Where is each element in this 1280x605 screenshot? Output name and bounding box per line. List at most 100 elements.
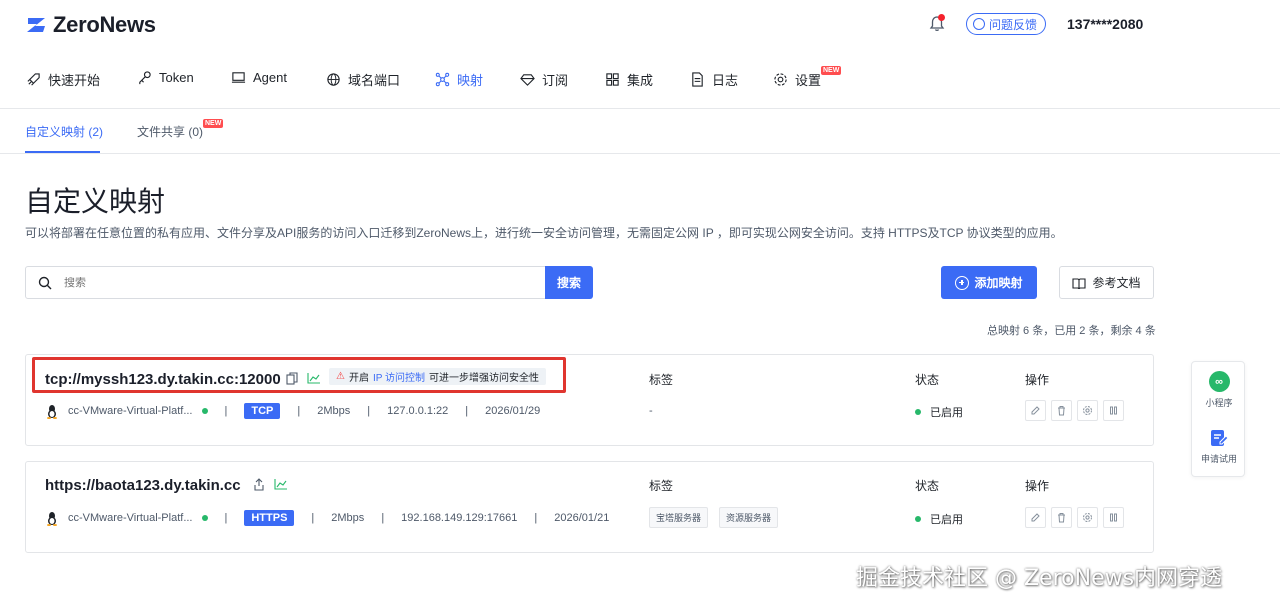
created-date: 2026/01/21: [554, 512, 610, 524]
plus-circle-icon: [955, 275, 970, 290]
agent-name: cc-VMware-Virtual-Platf...: [68, 405, 193, 417]
nav-item-quickstart[interactable]: 快速开始: [26, 70, 100, 89]
logo[interactable]: ZeroNews: [25, 12, 156, 38]
smile-icon: [973, 18, 985, 30]
edit-button[interactable]: [1025, 400, 1046, 421]
feedback-label: 问题反馈: [989, 17, 1038, 32]
nav-label: 日志: [712, 73, 739, 88]
nav-label: 域名端口: [348, 73, 401, 88]
status-label: 已启用: [930, 407, 963, 419]
nav-label: 设置: [795, 73, 822, 88]
apply-trial-label: 申请试用: [1200, 454, 1237, 464]
search-button[interactable]: 搜索: [545, 266, 593, 299]
settings-button[interactable]: [1077, 507, 1098, 528]
add-mapping-button[interactable]: 添加映射: [941, 266, 1037, 299]
bandwidth: 2Mbps: [317, 405, 351, 417]
status-label: 已启用: [930, 514, 963, 526]
apply-form-icon: [1211, 430, 1229, 446]
highlight-annotation: [32, 357, 566, 393]
pause-icon: [1110, 513, 1117, 522]
nav-label: 映射: [457, 73, 484, 88]
gear-icon: [1083, 406, 1092, 415]
separator: |: [465, 405, 469, 417]
nav-item-integration[interactable]: 集成: [605, 70, 653, 89]
floating-side-panel: ∞ 小程序 申请试用: [1191, 361, 1245, 477]
linux-icon: [47, 511, 57, 526]
tab-file-share[interactable]: 文件共享 (0) NEW: [137, 119, 224, 140]
status-indicator: 已启用: [915, 404, 963, 420]
mapping-card: https://baota123.dy.takin.cc cc-VMware-V…: [25, 461, 1154, 553]
pause-button[interactable]: [1103, 400, 1124, 421]
nav-label: Token: [159, 70, 194, 85]
nav-item-logs[interactable]: 日志: [690, 70, 738, 89]
pause-icon: [1110, 406, 1117, 415]
nav-label: 集成: [627, 73, 654, 88]
nav-item-mapping[interactable]: 映射: [435, 70, 483, 89]
mini-program-button[interactable]: ∞ 小程序: [1192, 371, 1246, 409]
tags-header: 标签: [649, 373, 674, 387]
top-bar: ZeroNews 问题反馈 137****2080: [0, 0, 1280, 50]
main-nav: 快速开始 Token Agent 域名端口 映射 订阅 集成 日志 设置 NEW: [0, 60, 1280, 100]
notification-dot: [938, 14, 945, 21]
nav-item-agent[interactable]: Agent: [231, 70, 287, 85]
agent-name: cc-VMware-Virtual-Platf...: [68, 512, 193, 524]
feedback-button[interactable]: 问题反馈: [966, 13, 1047, 35]
settings-button[interactable]: [1077, 400, 1098, 421]
trash-icon: [1058, 406, 1065, 416]
apply-trial-button[interactable]: 申请试用: [1192, 428, 1246, 465]
linux-icon: [47, 404, 57, 419]
separator: |: [367, 405, 371, 417]
mapping-details: cc-VMware-Virtual-Platf... | HTTPS | 2Mb…: [45, 510, 609, 526]
status-header: 状态: [915, 479, 940, 493]
mapping-icon: [435, 72, 450, 87]
status-dot: [915, 516, 921, 522]
diamond-icon: [520, 74, 535, 86]
nav-item-domain-port[interactable]: 域名端口: [326, 70, 400, 89]
logo-text: ZeroNews: [53, 12, 156, 37]
rocket-icon: [27, 73, 40, 86]
nav-label: 订阅: [542, 73, 569, 88]
nav-label: Agent: [253, 70, 287, 85]
status-dot: [915, 409, 921, 415]
tags-header: 标签: [649, 479, 674, 493]
new-badge: NEW: [203, 119, 224, 128]
gear-icon: [774, 73, 787, 86]
new-badge: NEW: [821, 66, 842, 75]
add-mapping-label: 添加映射: [974, 276, 1023, 290]
key-icon: [139, 71, 151, 85]
user-account[interactable]: 137****2080: [1067, 16, 1143, 32]
share-icon[interactable]: [253, 478, 265, 491]
separator: |: [224, 405, 228, 417]
tab-custom-mapping[interactable]: 自定义映射 (2): [25, 123, 103, 140]
book-icon: [1072, 277, 1087, 289]
search-input[interactable]: [64, 276, 524, 289]
delete-button[interactable]: [1051, 400, 1072, 421]
created-date: 2026/01/29: [485, 405, 541, 417]
ops-header: 操作: [1025, 373, 1050, 387]
nav-item-settings[interactable]: 设置 NEW: [773, 66, 842, 89]
separator: |: [311, 512, 315, 524]
separator: |: [224, 512, 228, 524]
nav-divider: [0, 108, 1280, 109]
nav-item-token[interactable]: Token: [137, 70, 194, 85]
traffic-chart-icon[interactable]: [274, 478, 288, 490]
protocol-badge: TCP: [244, 403, 281, 419]
tag-chip: 资源服务器: [719, 507, 779, 528]
globe-icon: [327, 73, 340, 86]
grid-icon: [606, 73, 619, 86]
online-dot: [201, 515, 208, 521]
pause-button[interactable]: [1103, 507, 1124, 528]
docs-button[interactable]: 参考文档: [1059, 266, 1154, 299]
tags-value: -: [649, 405, 653, 417]
document-icon: [692, 72, 703, 87]
delete-button[interactable]: [1051, 507, 1072, 528]
online-dot: [201, 408, 208, 414]
search-field[interactable]: [25, 266, 547, 299]
edit-button[interactable]: [1025, 507, 1046, 528]
monitor-icon: [231, 72, 246, 83]
target-address: 192.168.149.129:17661: [401, 512, 518, 524]
nav-item-subscription[interactable]: 订阅: [520, 70, 568, 89]
docs-label: 参考文档: [1092, 276, 1141, 290]
protocol-badge: HTTPS: [244, 510, 295, 526]
separator: |: [381, 512, 385, 524]
